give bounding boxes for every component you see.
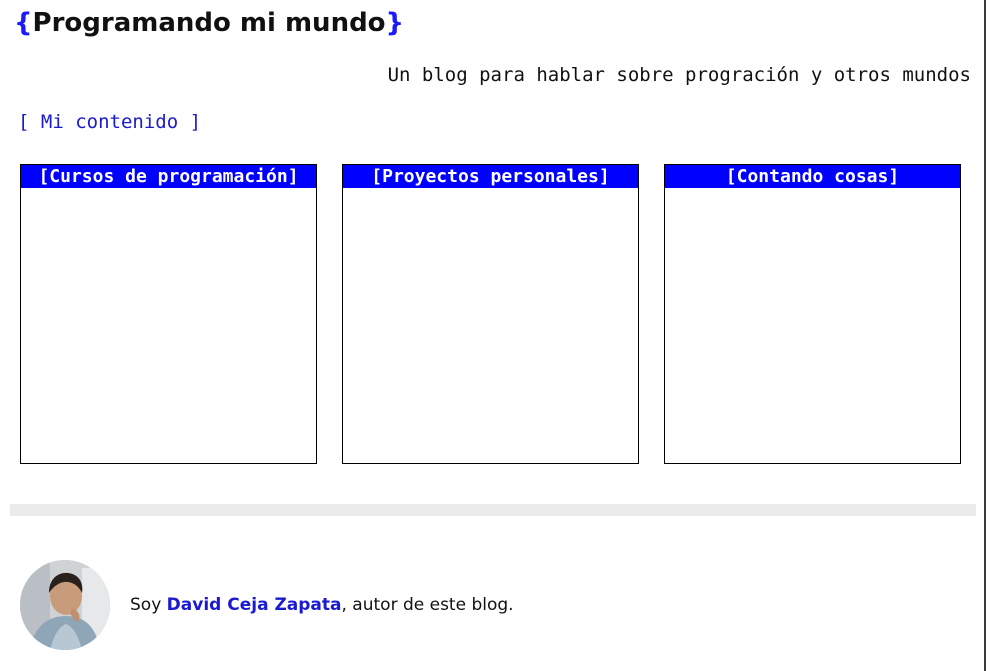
card-header-programming-courses[interactable]: [Cursos de programación] [21, 165, 316, 188]
section-divider [10, 504, 976, 516]
site-title[interactable]: {Programando mi mundo} [14, 6, 404, 40]
author-avatar [20, 560, 110, 650]
card-personal-projects: [Proyectos personales] [342, 164, 639, 464]
title-brace-open: { [14, 8, 33, 38]
author-name-link[interactable]: David Ceja Zapata [167, 595, 342, 615]
author-line: Soy David Ceja Zapata, autor de este blo… [130, 593, 514, 617]
author-photo-icon [20, 560, 110, 650]
author-prefix: Soy [130, 595, 167, 615]
title-brace-close: } [385, 8, 405, 38]
card-header-personal-projects[interactable]: [Proyectos personales] [343, 165, 638, 188]
site-title-text: Programando mi mundo [32, 8, 386, 38]
card-programming-courses: [Cursos de programación] [20, 164, 317, 464]
site-tagline: Un blog para hablar sobre progración y o… [387, 64, 971, 86]
author-suffix: , autor de este blog. [341, 595, 514, 615]
card-header-telling-things[interactable]: [Contando cosas] [665, 165, 960, 188]
card-telling-things: [Contando cosas] [664, 164, 961, 464]
my-content-link[interactable]: [ Mi contenido ] [18, 109, 201, 135]
